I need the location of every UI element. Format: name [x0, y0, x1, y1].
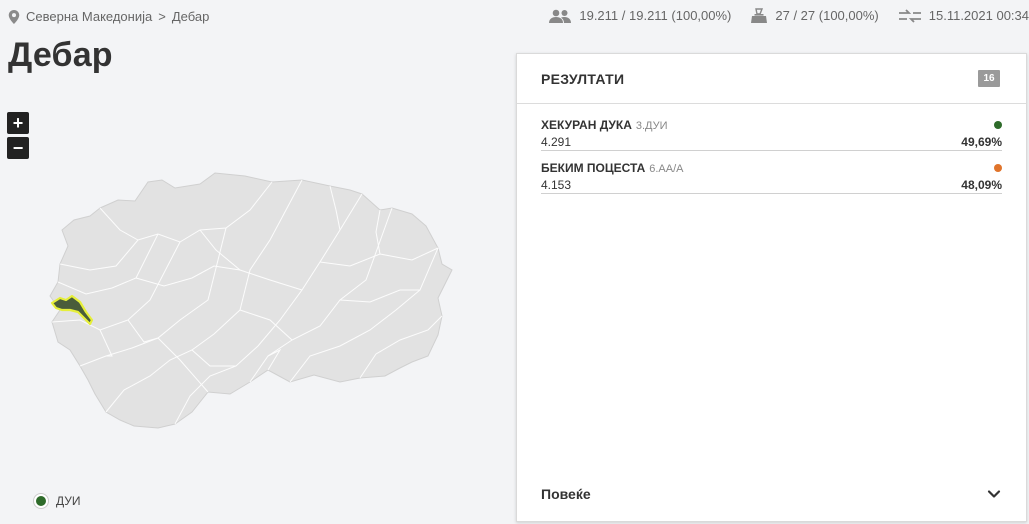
voters-value: 19.211 / 19.211 (100,00%)	[579, 8, 732, 23]
location-pin-icon	[8, 9, 20, 24]
polling-stations-stat: 27 / 27 (100,00%)	[751, 8, 879, 23]
candidate-percent: 48,09%	[961, 178, 1002, 192]
results-panel-header: РЕЗУЛТАТИ 16	[517, 54, 1026, 104]
stats-bar: 19.211 / 19.211 (100,00%) 27 / 27 (100,0…	[529, 8, 1029, 23]
zoom-out-button[interactable]: −	[7, 137, 29, 159]
breadcrumb-current: Дебар	[171, 9, 210, 24]
voters-stat: 19.211 / 19.211 (100,00%)	[549, 8, 731, 23]
row-divider	[541, 150, 1002, 151]
result-row[interactable]: ХЕКУРАН ДУКА 3.ДУИ 4.291 49,69%	[541, 118, 1002, 161]
chevron-down-icon[interactable]	[986, 486, 1002, 502]
party-color-dot	[994, 164, 1002, 172]
map-legend: ДУИ	[34, 494, 81, 508]
candidate-votes: 4.153	[541, 178, 572, 192]
polling-stations-value: 27 / 27 (100,00%)	[775, 8, 879, 23]
candidate-party: 3.ДУИ	[635, 120, 668, 132]
results-panel-title: РЕЗУЛТАТИ	[541, 71, 625, 87]
ballot-box-icon	[751, 8, 768, 23]
candidate-name: ХЕКУРАН ДУКА	[541, 118, 632, 132]
legend-color-dot	[34, 494, 48, 508]
candidate-name: БЕКИМ ПОЦЕСТА	[541, 161, 646, 175]
breadcrumb-separator: >	[158, 9, 166, 24]
candidate-votes: 4.291	[541, 135, 572, 149]
result-row[interactable]: БЕКИМ ПОЦЕСТА 6.АА/А 4.153 48,09%	[541, 161, 1002, 204]
country-outline	[49, 172, 453, 429]
more-toggle-label[interactable]: Повеќе	[541, 486, 591, 502]
breadcrumb-country-link[interactable]: Северна Македонија	[26, 9, 152, 24]
zoom-in-button[interactable]: +	[7, 112, 29, 134]
sync-arrows-icon	[898, 8, 921, 23]
candidate-party: 6.АА/А	[649, 163, 684, 175]
breadcrumb: Северна Македонија > Дебар	[8, 9, 209, 24]
candidate-name-line: БЕКИМ ПОЦЕСТА 6.АА/А	[541, 161, 684, 175]
row-divider	[541, 193, 1002, 194]
legend-label: ДУИ	[56, 494, 81, 508]
results-count-badge: 16	[978, 70, 1000, 87]
results-panel: РЕЗУЛТАТИ 16 ХЕКУРАН ДУКА 3.ДУИ 4.291 49,…	[516, 53, 1027, 522]
last-update-stat: 15.11.2021 00:34	[898, 8, 1029, 23]
municipality-map[interactable]	[40, 170, 460, 432]
results-list: ХЕКУРАН ДУКА 3.ДУИ 4.291 49,69% БЕКИМ ПОЦ…	[541, 118, 1002, 204]
last-update-value: 15.11.2021 00:34	[928, 8, 1029, 23]
candidate-name-line: ХЕКУРАН ДУКА 3.ДУИ	[541, 118, 668, 132]
page-title: Дебар	[8, 36, 113, 74]
top-bar: Северна Македонија > Дебар 19.211 / 19.2…	[0, 0, 1029, 34]
candidate-percent: 49,69%	[961, 135, 1002, 149]
party-color-dot	[994, 121, 1002, 129]
people-icon	[549, 9, 572, 23]
